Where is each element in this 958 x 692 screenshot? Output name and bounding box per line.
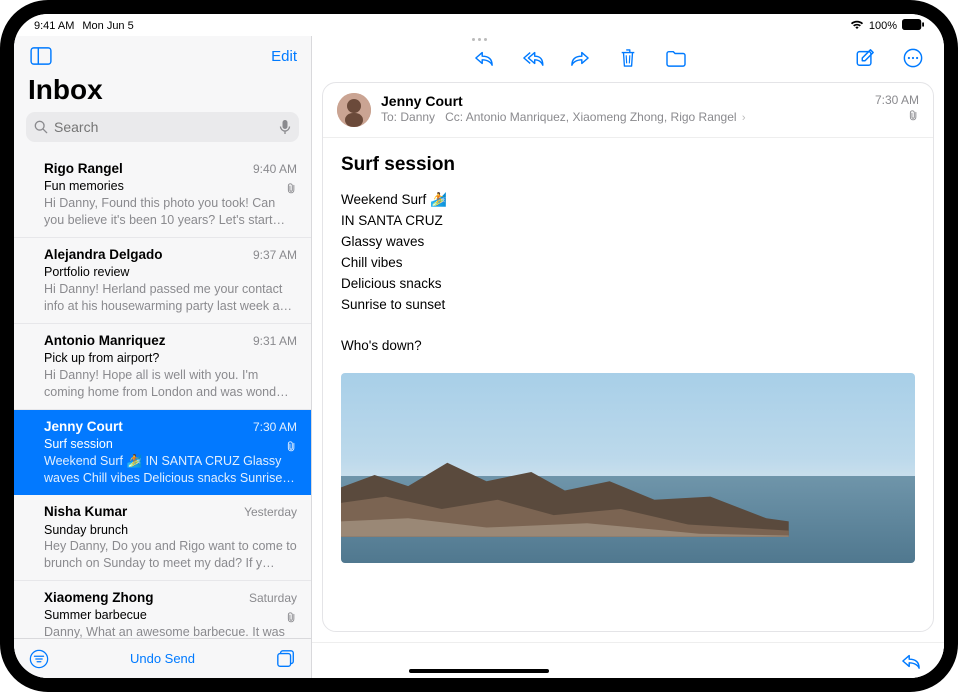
message-subject: Pick up from airport? — [44, 350, 297, 367]
search-field[interactable] — [26, 112, 299, 142]
recipients-line[interactable]: To: Danny Cc: Antonio Manriquez, Xiaomen… — [381, 110, 865, 124]
message-preview: Hi Danny! Herland passed me your contact… — [44, 281, 297, 315]
trash-button[interactable] — [615, 45, 641, 71]
attachment-icon — [286, 182, 297, 199]
message-time: 9:31 AM — [253, 333, 297, 349]
message-time: 9:40 AM — [253, 161, 297, 177]
message-preview: Hi Danny, Found this photo you took! Can… — [44, 195, 297, 229]
message-row[interactable]: Xiaomeng Zhong SaturdaySummer barbecueDan… — [14, 581, 311, 638]
message-row[interactable]: Jenny Court 7:30 AMSurf sessionWeekend Su… — [14, 410, 311, 496]
message-preview: Weekend Surf 🏄 IN SANTA CRUZ Glassy wave… — [44, 453, 297, 487]
search-icon — [34, 120, 48, 134]
message-list[interactable]: Rigo Rangel 9:40 AMFun memoriesHi Danny, … — [14, 152, 311, 638]
mail-time: 7:30 AM — [875, 93, 919, 107]
status-date: Mon Jun 5 — [82, 20, 133, 32]
message-subject: Portfolio review — [44, 264, 297, 281]
message-sender: Alejandra Delgado — [44, 246, 163, 264]
message-preview: Hi Danny! Hope all is well with you. I'm… — [44, 367, 297, 401]
attachment-icon — [286, 440, 297, 457]
message-sender: Nisha Kumar — [44, 503, 127, 521]
battery-pct: 100% — [869, 20, 897, 32]
multitask-indicator[interactable] — [461, 38, 497, 42]
undo-send-button[interactable]: Undo Send — [130, 651, 195, 666]
mail-header[interactable]: Jenny Court To: Danny Cc: Antonio Manriq… — [323, 83, 933, 138]
message-subject: Fun memories — [44, 178, 297, 195]
compose-window-button[interactable] — [273, 646, 299, 672]
forward-button[interactable] — [567, 45, 593, 71]
message-time: 9:37 AM — [253, 247, 297, 263]
move-button[interactable] — [663, 45, 689, 71]
message-subject: Sunday brunch — [44, 522, 297, 539]
from-name: Jenny Court — [381, 93, 865, 109]
battery-icon — [902, 19, 924, 33]
more-button[interactable] — [900, 45, 926, 71]
message-sender: Rigo Rangel — [44, 160, 123, 178]
message-row[interactable]: Alejandra Delgado 9:37 AMPortfolio review… — [14, 238, 311, 324]
dictation-icon[interactable] — [279, 119, 291, 135]
search-input[interactable] — [54, 119, 273, 135]
home-indicator[interactable] — [409, 669, 549, 673]
reply-button[interactable] — [471, 45, 497, 71]
detail-bottom-bar — [312, 642, 944, 678]
message-time: 7:30 AM — [253, 419, 297, 435]
mail-detail-pane: Jenny Court To: Danny Cc: Antonio Manriq… — [312, 36, 944, 678]
filter-button[interactable] — [26, 646, 52, 672]
status-time: 9:41 AM — [34, 20, 74, 32]
inbox-sidebar: Edit Inbox Rigo Rangel 9:40 AMFun memorie… — [14, 36, 312, 678]
message-time: Saturday — [249, 590, 297, 606]
message-subject: Surf session — [44, 436, 297, 453]
mail-body: Weekend Surf 🏄IN SANTA CRUZGlassy wavesC… — [323, 180, 933, 367]
sidebar-toggle-button[interactable] — [28, 43, 54, 69]
message-time: Yesterday — [244, 504, 297, 520]
message-row[interactable]: Nisha Kumar Yesterday Sunday brunchHey Dan… — [14, 495, 311, 581]
message-preview: Danny, What an awesome barbecue. It was … — [44, 624, 297, 638]
attachment-icon — [875, 110, 919, 124]
inbox-title: Inbox — [14, 72, 311, 112]
message-sender: Xiaomeng Zhong — [44, 589, 154, 607]
message-sender: Antonio Manriquez — [44, 332, 166, 350]
message-preview: Hey Danny, Do you and Rigo want to come … — [44, 538, 297, 572]
message-sender: Jenny Court — [44, 418, 123, 436]
mail-subject: Surf session — [323, 138, 933, 180]
wifi-icon — [850, 20, 864, 33]
message-row[interactable]: Rigo Rangel 9:40 AMFun memoriesHi Danny, … — [14, 152, 311, 238]
reply-all-button[interactable] — [519, 45, 545, 71]
edit-button[interactable]: Edit — [271, 48, 297, 65]
mail-attachment-image[interactable] — [341, 373, 915, 563]
compose-button[interactable] — [852, 45, 878, 71]
message-row[interactable]: Antonio Manriquez 9:31 AMPick up from air… — [14, 324, 311, 410]
attachment-icon — [286, 611, 297, 628]
reply-bottom-button[interactable] — [898, 648, 924, 674]
message-subject: Summer barbecue — [44, 607, 297, 624]
avatar[interactable] — [337, 93, 371, 127]
status-bar: 9:41 AM Mon Jun 5 100% — [14, 14, 944, 36]
chevron-right-icon: › — [742, 112, 746, 124]
detail-toolbar — [312, 40, 944, 76]
